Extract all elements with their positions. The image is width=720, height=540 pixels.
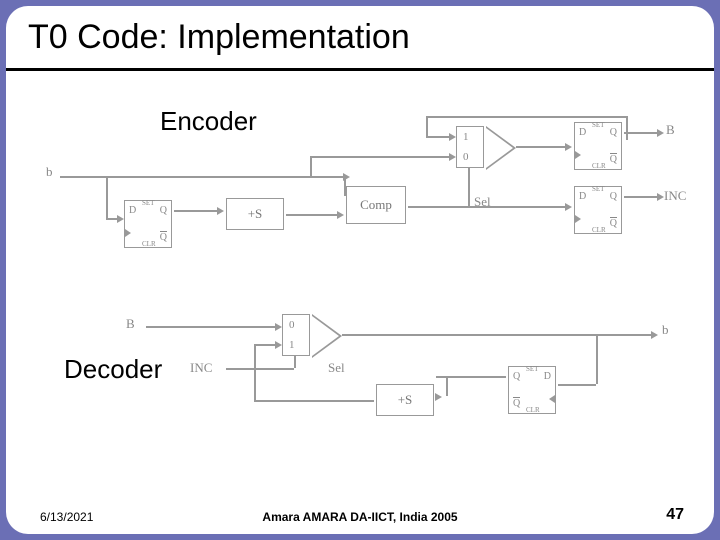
wire [470, 206, 566, 208]
ff-clk [549, 395, 555, 403]
ff-clr: CLR [592, 162, 606, 170]
ff-clk [125, 229, 131, 237]
wire [468, 166, 470, 208]
wire [626, 116, 628, 140]
wire [106, 176, 108, 218]
ff-qbar: Q [513, 398, 520, 409]
wire [516, 146, 566, 148]
page-title: T0 Code: Implementation [28, 18, 410, 57]
flipflop-encoder-delay: D Q Q SET CLR [124, 200, 172, 248]
ff-set: SET [142, 199, 154, 207]
ff-qbar: Q [610, 218, 617, 229]
ff-set: SET [592, 185, 604, 193]
comparator: Comp [346, 186, 406, 224]
mux-in-0: 0 [463, 151, 469, 163]
wire [286, 214, 338, 216]
ff-q: Q [160, 205, 167, 216]
ff-clk [575, 151, 581, 159]
footer-page: 47 [666, 506, 684, 524]
ff-d: D [579, 191, 586, 202]
ff-q: Q [610, 127, 617, 138]
wire [310, 156, 312, 176]
ff-qbar: Q [610, 154, 617, 165]
wire [426, 116, 626, 118]
footer: 6/13/2021 Amara AMARA DA-IICT, India 200… [6, 502, 714, 524]
wire [344, 176, 346, 196]
wire [624, 196, 658, 198]
wire [596, 334, 598, 384]
slide: T0 Code: Implementation Encoder Decoder … [6, 6, 714, 534]
wire [254, 400, 374, 402]
in-INC: INC [190, 360, 212, 376]
out-b: b [662, 322, 669, 338]
wire [254, 344, 256, 402]
ff-set: SET [592, 121, 604, 129]
decoder-diagram: B INC Sel 0 1 b D Q Q SET CLR +S [126, 316, 686, 466]
ff-clr: CLR [142, 240, 156, 248]
out-INC: INC [664, 188, 686, 204]
ff-clk [575, 215, 581, 223]
encoder-diagram: b D Q Q SET CLR +S Comp Sel 1 [46, 136, 666, 296]
mux-in-1: 1 [463, 131, 469, 143]
wire [426, 116, 428, 136]
sel-label-dec: Sel [328, 360, 345, 376]
wire [342, 334, 652, 336]
wire [106, 218, 118, 220]
ff-clr: CLR [526, 406, 540, 414]
encoder-input-b: b [46, 164, 53, 180]
wire [426, 136, 450, 138]
mux-tri-icon [486, 126, 516, 170]
out-B: B [666, 122, 675, 138]
ff-d: D [544, 371, 551, 382]
wire [146, 326, 276, 328]
wire [558, 384, 596, 386]
wire [226, 368, 294, 370]
ff-set: SET [526, 365, 538, 373]
wire [254, 344, 276, 346]
adder-encoder: +S [226, 198, 284, 230]
ff-q: Q [513, 371, 520, 382]
mux-in-1: 1 [289, 339, 295, 351]
mux-encoder: 1 0 [456, 126, 484, 168]
ff-qbar: Q [160, 232, 167, 243]
adder-decoder: +S [376, 384, 434, 416]
ff-d: D [579, 127, 586, 138]
sel-label-enc: Sel [474, 194, 491, 210]
title-underline [6, 68, 714, 71]
ff-d: D [129, 205, 136, 216]
wire [408, 206, 468, 208]
ff-q: Q [610, 191, 617, 202]
ff-clr: CLR [592, 226, 606, 234]
wire [446, 376, 448, 396]
wire [624, 132, 658, 134]
wire [60, 176, 344, 178]
flipflop-INC: D Q Q SET CLR [574, 186, 622, 234]
wire [310, 156, 450, 158]
flipflop-decoder: D Q Q SET CLR [508, 366, 556, 414]
mux-decoder: 0 1 [282, 314, 310, 356]
footer-center: Amara AMARA DA-IICT, India 2005 [6, 510, 714, 524]
in-B: B [126, 316, 135, 332]
wire [294, 356, 296, 368]
mux-tri-icon [312, 314, 342, 358]
flipflop-B: D Q Q SET CLR [574, 122, 622, 170]
encoder-label: Encoder [160, 106, 257, 137]
wire [174, 210, 218, 212]
mux-in-0: 0 [289, 319, 295, 331]
